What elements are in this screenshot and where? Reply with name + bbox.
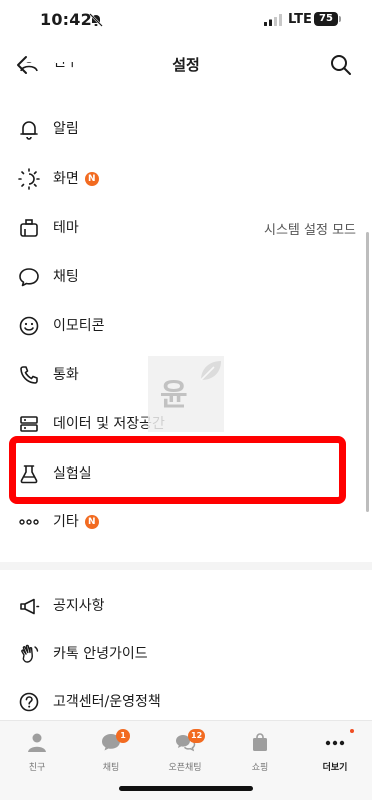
theme-value: 시스템 설정 모드 [264, 223, 356, 238]
watermark: 윤 [148, 356, 224, 432]
settings-row-etc[interactable]: 기타 N [0, 502, 372, 542]
home-indicator [119, 786, 253, 791]
scrollbar[interactable] [366, 232, 369, 512]
settings-row-guide[interactable]: 카톡 안녕가이드 [0, 634, 372, 674]
settings-row-display[interactable]: 화면 N [0, 159, 372, 199]
more-dots-icon [325, 740, 345, 746]
settings-row-label: 이모티콘 [53, 318, 105, 334]
sun-icon [18, 168, 40, 190]
chat-bubble-icon [19, 268, 39, 287]
signal-icon [264, 14, 282, 26]
help-icon [19, 692, 39, 712]
tab-badge: 12 [188, 729, 206, 743]
wave-hand-icon [21, 644, 39, 663]
emoticon-icon [19, 316, 39, 336]
settings-row-theme[interactable]: 테마 시스템 설정 모드 [0, 208, 372, 248]
theme-icon [20, 219, 38, 237]
tab-label: 더보기 [322, 763, 348, 773]
bell-mute-icon [89, 13, 103, 27]
settings-row-label: 기타 N [53, 512, 99, 532]
settings-row-help[interactable]: 고객센터/운영정책 [0, 682, 372, 722]
settings-row-label-text: 기타 [53, 514, 79, 530]
status-bar: 10:42 LTE 75 [0, 0, 372, 40]
new-badge: N [84, 172, 99, 186]
new-badge: N [84, 515, 99, 529]
watermark-text: 윤 [160, 378, 188, 413]
tab-shopping[interactable]: 쇼핑 [223, 729, 297, 777]
tab-badge: 1 [116, 729, 130, 743]
tab-more[interactable]: 더보기 [298, 729, 372, 777]
tab-friends[interactable]: 친구 [0, 729, 74, 777]
battery-tip [339, 16, 341, 22]
more-dots-icon [19, 519, 39, 525]
highlight-box [9, 436, 346, 504]
settings-row-label: 테마 [53, 220, 79, 236]
phone-icon [20, 366, 38, 384]
settings-row-label-text: 화면 [53, 171, 79, 187]
tab-open-chat[interactable]: 12 오픈채팅 [148, 729, 222, 777]
settings-row-notice[interactable]: 공지사항 [0, 586, 372, 626]
settings-row-notifications[interactable]: 알림 [0, 109, 372, 149]
settings-row-label: 통화 [53, 367, 79, 383]
section-divider [0, 562, 372, 570]
settings-row-label: 알림 [53, 121, 79, 137]
tab-chat[interactable]: 1 채팅 [74, 729, 148, 777]
shopping-bag-icon [253, 733, 267, 751]
status-time: 10:42 [40, 10, 92, 29]
settings-row-label: 화면 N [53, 169, 99, 189]
megaphone-icon [20, 598, 40, 615]
storage-icon [20, 416, 38, 432]
tab-label: 오픈채팅 [168, 763, 202, 773]
network-label: LTE [288, 12, 312, 27]
notification-dot [350, 729, 354, 733]
settings-row-emoticon[interactable]: 이모티콘 [0, 306, 372, 346]
settings-row-chat[interactable]: 채팅 [0, 257, 372, 297]
settings-row-friends[interactable]: 친구 [0, 62, 372, 82]
tab-label: 쇼핑 [251, 763, 269, 773]
tab-label: 채팅 [102, 763, 120, 773]
settings-row-label: 카톡 안녕가이드 [53, 646, 148, 662]
settings-row-label: 채팅 [53, 269, 79, 285]
tab-label: 친구 [28, 763, 46, 773]
person-icon [20, 62, 38, 72]
settings-row-label: 공지사항 [53, 598, 105, 614]
settings-row-label: 고객센터/운영정책 [53, 694, 161, 710]
person-icon [28, 733, 46, 752]
bell-icon [20, 121, 38, 140]
settings-row-label: 친구 [53, 62, 79, 70]
leaf-icon [200, 361, 221, 381]
battery-icon: 75 [314, 12, 338, 26]
